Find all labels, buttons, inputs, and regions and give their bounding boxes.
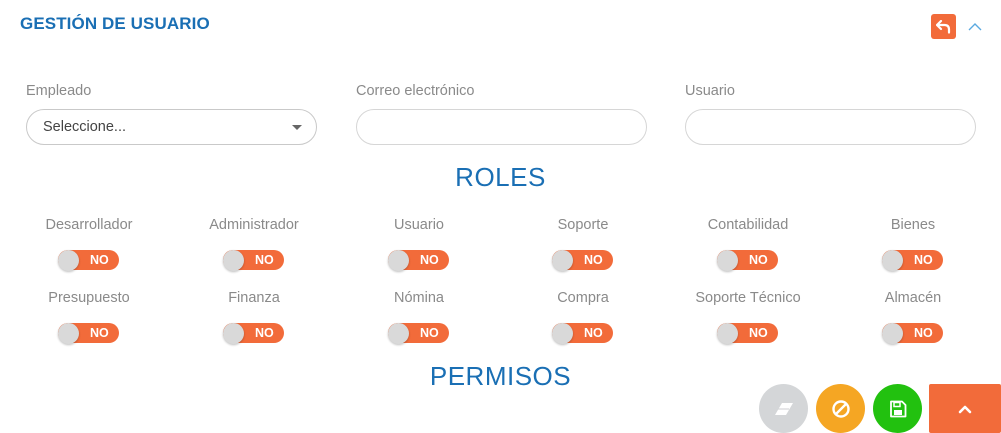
chevron-up-icon [958, 405, 972, 413]
usuario-input[interactable] [685, 109, 976, 145]
ban-icon [831, 399, 850, 418]
role-item: Soporte Técnico NO [683, 290, 813, 344]
caret-down-icon [292, 125, 302, 130]
role-item: Usuario NO [354, 217, 484, 271]
role-toggle[interactable]: NO [223, 250, 284, 271]
cancel-button[interactable] [816, 384, 865, 433]
toggle-knob [388, 250, 409, 271]
toggle-knob [552, 250, 573, 271]
empleado-select-value: Seleccione... [43, 119, 127, 135]
toggle-knob [717, 323, 738, 344]
toggle-knob [882, 323, 903, 344]
floppy-disk-icon [889, 400, 906, 417]
role-item: Nómina NO [354, 290, 484, 344]
role-label: Bienes [890, 217, 936, 233]
role-label: Nómina [394, 290, 444, 306]
usuario-label: Usuario [685, 83, 735, 99]
role-label: Contabilidad [707, 217, 789, 233]
role-toggle[interactable]: NO [552, 323, 613, 344]
chevron-up-icon [968, 22, 982, 30]
eraser-icon [774, 402, 793, 415]
correo-label: Correo electrónico [356, 83, 475, 99]
roles-title: ROLES [455, 162, 546, 192]
collapse-button[interactable] [965, 16, 985, 36]
role-label: Soporte [557, 217, 609, 233]
toggle-state-label: NO [255, 326, 274, 340]
role-item: Finanza NO [189, 290, 319, 344]
role-toggle[interactable]: NO [882, 323, 943, 344]
role-toggle[interactable]: NO [717, 250, 778, 271]
toggle-state-label: NO [584, 326, 603, 340]
toggle-state-label: NO [584, 253, 603, 267]
role-item: Desarrollador NO [24, 217, 154, 271]
toggle-state-label: NO [420, 253, 439, 267]
role-toggle[interactable]: NO [717, 323, 778, 344]
role-label: Presupuesto [48, 290, 130, 306]
role-label: Usuario [394, 217, 444, 233]
toggle-knob [58, 323, 79, 344]
toggle-state-label: NO [255, 253, 274, 267]
role-label: Almacén [884, 290, 942, 306]
toggle-knob [223, 323, 244, 344]
toggle-knob [552, 323, 573, 344]
toggle-knob [717, 250, 738, 271]
role-item: Contabilidad NO [683, 217, 813, 271]
role-label: Administrador [209, 217, 299, 233]
toggle-state-label: NO [420, 326, 439, 340]
correo-input[interactable] [356, 109, 647, 145]
role-toggle[interactable]: NO [552, 250, 613, 271]
page-title: GESTIÓN DE USUARIO [20, 14, 210, 33]
role-item: Almacén NO [848, 290, 978, 344]
toggle-knob [58, 250, 79, 271]
clear-button[interactable] [759, 384, 808, 433]
role-toggle[interactable]: NO [58, 250, 119, 271]
role-toggle[interactable]: NO [882, 250, 943, 271]
role-toggle[interactable]: NO [388, 250, 449, 271]
role-item: Compra NO [518, 290, 648, 344]
toggle-state-label: NO [914, 253, 933, 267]
role-toggle[interactable]: NO [223, 323, 284, 344]
role-item: Presupuesto NO [24, 290, 154, 344]
empleado-label: Empleado [26, 83, 92, 99]
role-item: Soporte NO [518, 217, 648, 271]
toggle-state-label: NO [90, 326, 109, 340]
role-toggle[interactable]: NO [58, 323, 119, 344]
role-label: Finanza [228, 290, 280, 306]
undo-arrow-icon [936, 19, 951, 34]
role-label: Desarrollador [45, 217, 133, 233]
role-label: Soporte Técnico [695, 290, 801, 306]
save-button[interactable] [873, 384, 922, 433]
role-item: Administrador NO [189, 217, 319, 271]
role-label: Compra [557, 290, 609, 306]
scroll-top-button[interactable] [929, 384, 1001, 433]
role-toggle[interactable]: NO [388, 323, 449, 344]
toggle-state-label: NO [90, 253, 109, 267]
toggle-state-label: NO [749, 253, 768, 267]
back-button[interactable] [931, 14, 956, 39]
empleado-select[interactable]: Seleccione... [26, 109, 317, 145]
toggle-state-label: NO [914, 326, 933, 340]
toggle-knob [882, 250, 903, 271]
toggle-knob [223, 250, 244, 271]
toggle-state-label: NO [749, 326, 768, 340]
toggle-knob [388, 323, 409, 344]
role-item: Bienes NO [848, 217, 978, 271]
